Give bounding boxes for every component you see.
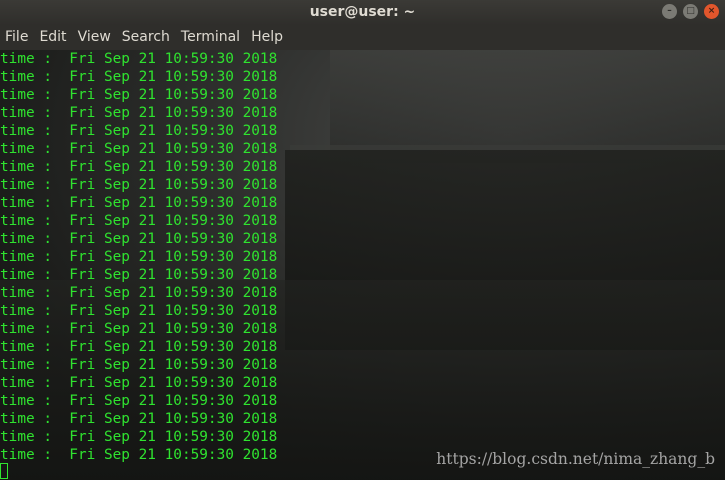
terminal-output: time : Fri Sep 21 10:59:30 2018 time : Fr… xyxy=(0,50,277,464)
menu-search[interactable]: Search xyxy=(117,25,176,50)
terminal-line: time : Fri Sep 21 10:59:30 2018 xyxy=(0,195,278,211)
terminal-line: time : Fri Sep 21 10:59:30 2018 xyxy=(0,447,278,463)
background-sky xyxy=(330,50,725,150)
maximize-button[interactable]: □ xyxy=(683,4,698,19)
minimize-button[interactable]: – xyxy=(662,4,677,19)
close-button[interactable]: × xyxy=(704,4,719,19)
terminal-area[interactable]: time : Fri Sep 21 10:59:30 2018 time : Fr… xyxy=(0,50,725,480)
menu-file[interactable]: File xyxy=(0,25,34,50)
terminal-line: time : Fri Sep 21 10:59:30 2018 xyxy=(0,339,278,355)
terminal-line: time : Fri Sep 21 10:59:30 2018 xyxy=(0,105,278,121)
watermark-text: https://blog.csdn.net/nima_zhang_b xyxy=(436,450,715,468)
window-controls: – □ × xyxy=(662,4,719,19)
terminal-line: time : Fri Sep 21 10:59:30 2018 xyxy=(0,429,278,445)
menu-help[interactable]: Help xyxy=(246,25,289,50)
terminal-line: time : Fri Sep 21 10:59:30 2018 xyxy=(0,213,278,229)
menu-bar: File Edit View Search Terminal Help xyxy=(0,25,725,50)
terminal-line: time : Fri Sep 21 10:59:30 2018 xyxy=(0,123,278,139)
terminal-line: time : Fri Sep 21 10:59:30 2018 xyxy=(0,141,278,157)
title-bar[interactable]: user@user: ~ – □ × xyxy=(0,0,725,25)
terminal-line: time : Fri Sep 21 10:59:30 2018 xyxy=(0,177,278,193)
terminal-line: time : Fri Sep 21 10:59:30 2018 xyxy=(0,393,278,409)
terminal-line: time : Fri Sep 21 10:59:30 2018 xyxy=(0,159,278,175)
terminal-line: time : Fri Sep 21 10:59:30 2018 xyxy=(0,87,278,103)
terminal-line: time : Fri Sep 21 10:59:30 2018 xyxy=(0,411,278,427)
terminal-line: time : Fri Sep 21 10:59:30 2018 xyxy=(0,69,278,85)
menu-terminal[interactable]: Terminal xyxy=(176,25,246,50)
terminal-line: time : Fri Sep 21 10:59:30 2018 xyxy=(0,375,278,391)
terminal-line: time : Fri Sep 21 10:59:30 2018 xyxy=(0,303,278,319)
terminal-line: time : Fri Sep 21 10:59:30 2018 xyxy=(0,357,278,373)
terminal-line: time : Fri Sep 21 10:59:30 2018 xyxy=(0,249,278,265)
terminal-line: time : Fri Sep 21 10:59:30 2018 xyxy=(0,267,278,283)
terminal-line: time : Fri Sep 21 10:59:30 2018 xyxy=(0,321,278,337)
menu-view[interactable]: View xyxy=(73,25,117,50)
terminal-line: time : Fri Sep 21 10:59:30 2018 xyxy=(0,231,278,247)
terminal-cursor xyxy=(0,463,8,479)
terminal-window: user@user: ~ – □ × File Edit View Search… xyxy=(0,0,725,480)
terminal-line: time : Fri Sep 21 10:59:30 2018 xyxy=(0,51,278,67)
menu-edit[interactable]: Edit xyxy=(34,25,72,50)
terminal-line: time : Fri Sep 21 10:59:30 2018 xyxy=(0,285,278,301)
window-title: user@user: ~ xyxy=(309,4,416,20)
